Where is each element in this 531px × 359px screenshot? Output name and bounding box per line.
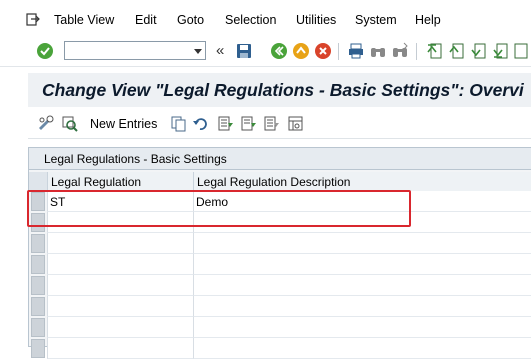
find-icon[interactable]	[369, 42, 387, 60]
select-all-rows-corner[interactable]	[29, 172, 47, 191]
menu-toggle-icon[interactable]	[26, 13, 40, 26]
save-icon[interactable]	[235, 42, 253, 60]
cell-description[interactable]	[193, 296, 531, 317]
chevron-down-icon[interactable]	[194, 49, 202, 54]
table-control: Legal Regulations - Basic Settings Legal…	[28, 147, 531, 359]
command-field[interactable]	[64, 41, 206, 60]
cell-legal-regulation[interactable]	[47, 296, 193, 317]
select-block-icon[interactable]	[240, 115, 257, 132]
back-icon[interactable]	[270, 42, 288, 60]
menu-help[interactable]: Help	[415, 13, 441, 27]
column-header-label: Legal Regulation	[51, 175, 142, 189]
display-change-icon[interactable]	[37, 115, 54, 132]
table-row[interactable]	[29, 233, 531, 254]
column-header-label: Legal Regulation Description	[197, 175, 351, 189]
page-title: Change View "Legal Regulations - Basic S…	[42, 80, 524, 100]
print-icon[interactable]	[347, 42, 365, 60]
first-page-icon[interactable]	[425, 42, 443, 60]
table-row[interactable]	[29, 254, 531, 275]
table-caption: Legal Regulations - Basic Settings	[29, 148, 531, 170]
menu-system[interactable]: System	[355, 13, 397, 27]
menu-utilities[interactable]: Utilities	[296, 13, 336, 27]
table-row[interactable]	[29, 338, 531, 359]
cell-legal-regulation[interactable]	[47, 275, 193, 296]
table-row[interactable]	[29, 317, 531, 338]
cell-description[interactable]	[193, 338, 531, 359]
cancel-icon[interactable]	[314, 42, 332, 60]
cell-legal-regulation[interactable]	[47, 233, 193, 254]
toolbar-divider	[416, 43, 417, 60]
menu-selection[interactable]: Selection	[225, 13, 276, 27]
deselect-all-icon[interactable]	[263, 115, 280, 132]
collapse-icon[interactable]: «	[216, 42, 224, 59]
highlight-box	[27, 190, 411, 227]
cell-legal-regulation[interactable]	[47, 317, 193, 338]
cell-description[interactable]	[193, 254, 531, 275]
column-headers: Legal Regulation Legal Regulation Descri…	[29, 172, 531, 191]
table-row[interactable]	[29, 275, 531, 296]
select-all-icon[interactable]	[217, 115, 234, 132]
cell-legal-regulation[interactable]	[47, 254, 193, 275]
cell-description[interactable]	[193, 275, 531, 296]
row-selector[interactable]	[31, 255, 45, 274]
row-selector[interactable]	[31, 234, 45, 253]
cell-description[interactable]	[193, 317, 531, 338]
application-toolbar: New Entries	[28, 110, 531, 139]
row-selector[interactable]	[31, 318, 45, 337]
menu-edit[interactable]: Edit	[135, 13, 157, 27]
column-header-legal-regulation[interactable]: Legal Regulation	[47, 172, 193, 191]
cell-description[interactable]	[193, 233, 531, 254]
configure-icon[interactable]	[287, 115, 304, 132]
last-page-icon[interactable]	[491, 42, 509, 60]
row-selector[interactable]	[31, 297, 45, 316]
toolbar-divider	[338, 43, 339, 60]
table-row[interactable]	[29, 296, 531, 317]
system-toolbar: «	[0, 38, 531, 67]
title-bar: Change View "Legal Regulations - Basic S…	[28, 73, 531, 107]
menu-table-view[interactable]: Table View	[54, 13, 114, 27]
enter-icon[interactable]	[36, 42, 54, 60]
row-selector[interactable]	[31, 339, 45, 358]
menu-bar: Table View Edit Goto Selection Utilities…	[0, 0, 531, 38]
new-entries-button[interactable]: New Entries	[90, 117, 157, 131]
other-entry-icon[interactable]	[61, 115, 78, 132]
column-header-description[interactable]: Legal Regulation Description	[193, 172, 531, 191]
exit-icon[interactable]	[292, 42, 310, 60]
cell-legal-regulation[interactable]	[47, 338, 193, 359]
next-page-icon[interactable]	[469, 42, 487, 60]
copy-as-icon[interactable]	[170, 115, 187, 132]
table-caption-text: Legal Regulations - Basic Settings	[44, 152, 227, 166]
previous-page-icon[interactable]	[447, 42, 465, 60]
layout-menu-icon[interactable]	[513, 42, 531, 60]
row-selector[interactable]	[31, 276, 45, 295]
find-next-icon[interactable]	[391, 42, 409, 60]
menu-goto[interactable]: Goto	[177, 13, 204, 27]
undo-change-icon[interactable]	[192, 115, 209, 132]
